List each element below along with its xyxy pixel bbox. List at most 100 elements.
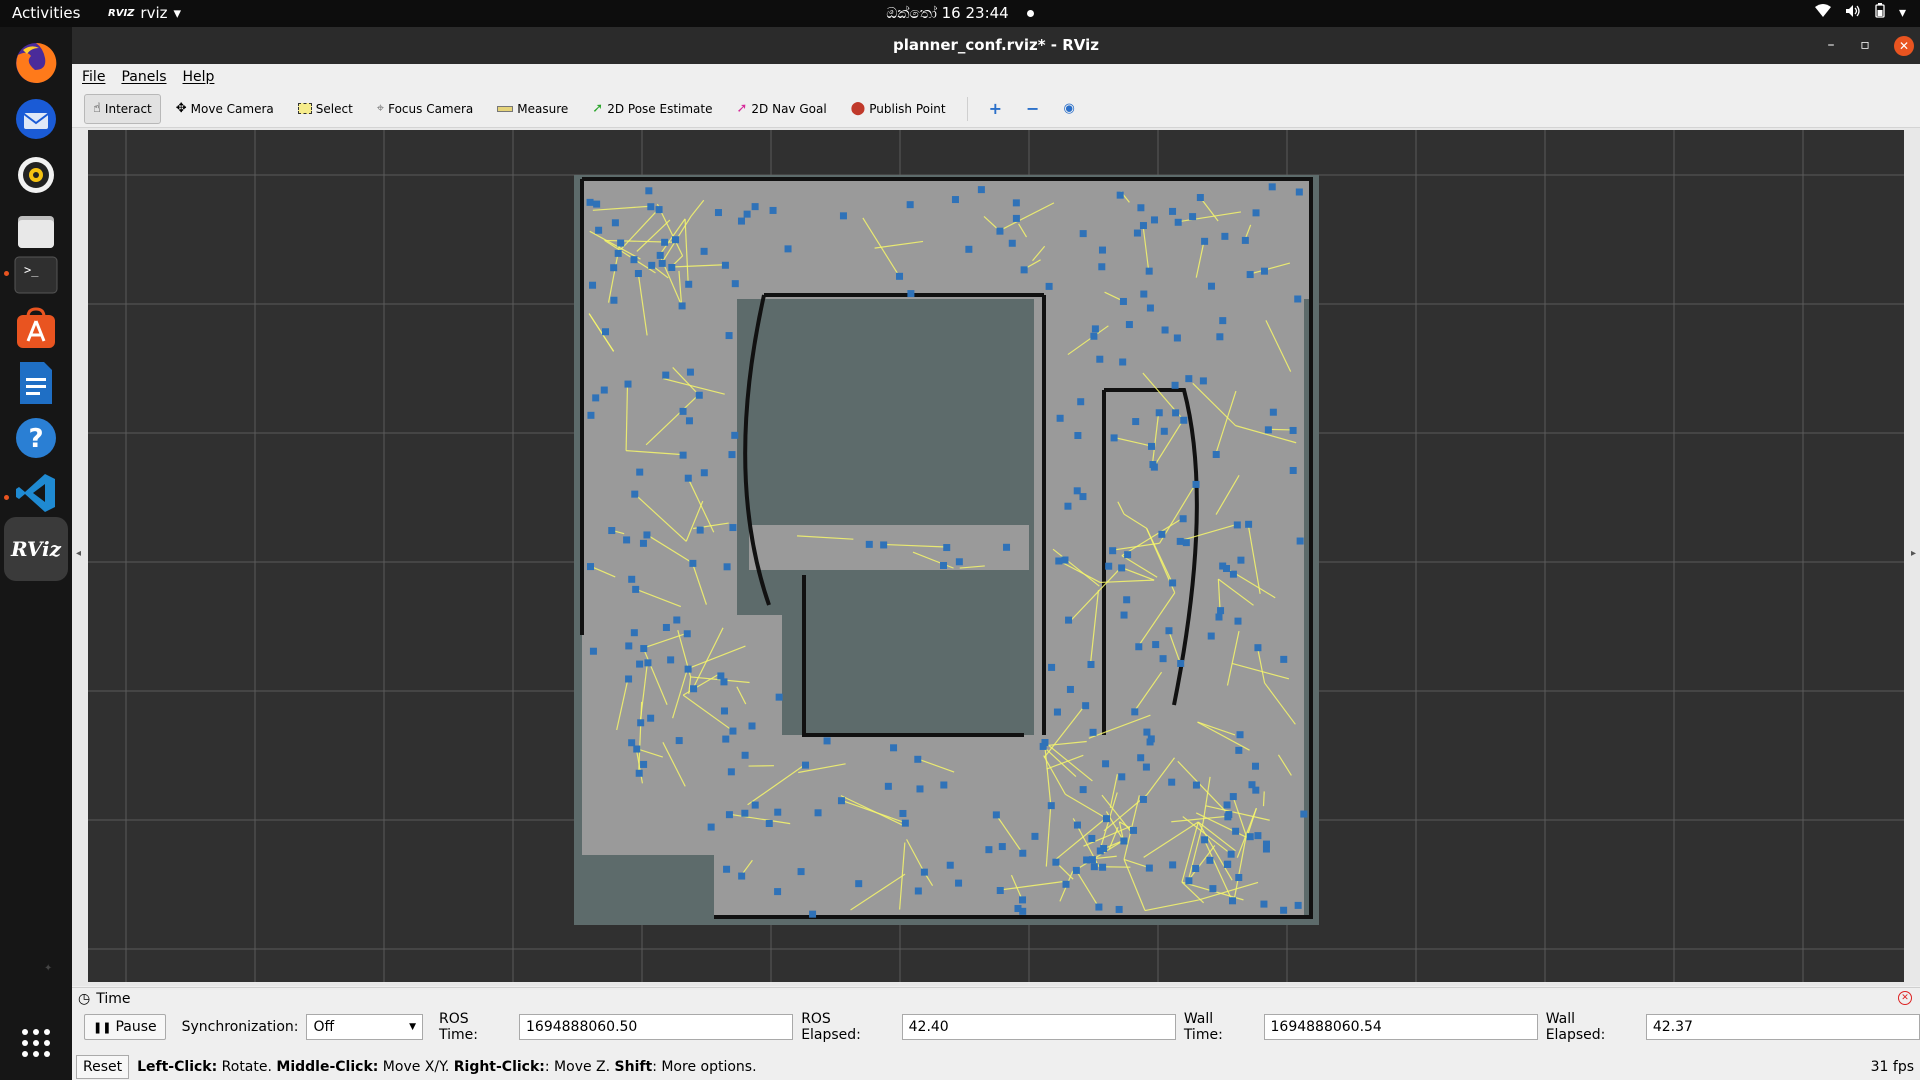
roadmap-node — [1118, 564, 1126, 572]
ros-elapsed-field[interactable]: 42.40 — [901, 1014, 1176, 1040]
minimize-icon[interactable]: – — [1814, 27, 1848, 64]
roadmap-node — [751, 801, 759, 809]
roadmap-node — [1074, 432, 1082, 440]
clock[interactable]: ඔක්‍තෝ 16 23:44 — [886, 4, 1008, 22]
roadmap-node — [1048, 663, 1056, 671]
rviz-launcher[interactable]: RViz — [4, 517, 68, 581]
roadmap-node — [587, 411, 595, 419]
roadmap-node — [1109, 547, 1117, 555]
roadmap-node — [774, 888, 782, 896]
tool-2d-pose-estimate[interactable]: ➚ 2D Pose Estimate — [583, 94, 721, 124]
tool-2d-pose-estimate-label: 2D Pose Estimate — [607, 101, 713, 116]
app-menu[interactable]: RVIZ rviz ▾ — [108, 4, 181, 22]
roadmap-node — [1119, 297, 1127, 305]
wall-elapsed-field[interactable]: 42.37 — [1645, 1014, 1920, 1040]
roadmap-node — [1143, 728, 1151, 736]
map-free-corridor — [582, 615, 782, 855]
roadmap-node — [1227, 850, 1235, 858]
tool-interact[interactable]: ☝ Interact — [84, 93, 161, 124]
roadmap-node — [797, 868, 805, 876]
add-tool-button[interactable]: + — [980, 94, 1011, 124]
roadmap-node — [720, 707, 728, 715]
ros-elapsed-label: ROS Elapsed: — [801, 1011, 861, 1043]
left-dock-collapse-icon[interactable]: ◂ — [76, 548, 81, 559]
roadmap-node — [899, 809, 907, 817]
roadmap-node — [586, 198, 594, 206]
roadmap-node — [640, 760, 648, 768]
roadmap-node — [608, 527, 616, 535]
menu-help[interactable]: Help — [183, 69, 215, 85]
software-center-launcher[interactable] — [10, 303, 62, 355]
tool-focus-camera[interactable]: ⌖ Focus Camera — [368, 94, 483, 124]
roadmap-node — [1254, 644, 1262, 652]
rviz-icon: RViz — [10, 537, 62, 561]
chevron-down-icon: ▼ — [409, 1022, 416, 1032]
hint-right: : Move Z. — [544, 1058, 615, 1075]
roadmap-node — [1096, 355, 1104, 363]
terminal-launcher[interactable]: >_ — [10, 249, 62, 301]
right-dock-collapse-icon[interactable]: ▸ — [1911, 548, 1916, 559]
tool-select[interactable]: Select — [289, 94, 362, 124]
roadmap-node — [1192, 480, 1200, 488]
show-apps-button[interactable] — [10, 1017, 62, 1069]
tool-visibility-button[interactable]: ◉ — [1054, 94, 1083, 124]
vscode-launcher[interactable] — [10, 467, 62, 519]
tool-move-camera[interactable]: ✥ Move Camera — [167, 94, 283, 124]
rhythmbox-launcher[interactable] — [10, 149, 62, 201]
roadmap-node — [656, 251, 664, 259]
hint-middle-key: Middle-Click: — [276, 1058, 379, 1075]
activities-button[interactable]: Activities — [12, 4, 80, 22]
tool-measure[interactable]: Measure — [488, 94, 577, 124]
roadmap-node — [1105, 562, 1113, 570]
roadmap-node — [647, 714, 655, 722]
time-panel-title: Time — [96, 991, 131, 1007]
app-menu-label: rviz — [140, 4, 168, 22]
roadmap-node — [589, 647, 597, 655]
writer-launcher[interactable] — [10, 357, 62, 409]
help-launcher[interactable]: ? — [10, 412, 62, 464]
sync-select[interactable]: Off ▼ — [306, 1014, 423, 1040]
system-tray[interactable]: ▾ — [1814, 3, 1906, 22]
firefox-launcher[interactable] — [10, 37, 62, 89]
roadmap-node — [1079, 230, 1087, 238]
roadmap-node — [685, 417, 693, 425]
roadmap-node — [955, 879, 963, 887]
wall-time-field[interactable]: 1694888060.54 — [1263, 1014, 1538, 1040]
battery-icon — [1875, 3, 1885, 22]
roadmap-node — [683, 630, 691, 638]
ros-time-field[interactable]: 1694888060.50 — [519, 1014, 794, 1040]
pause-button[interactable]: ❚❚ Pause — [84, 1014, 166, 1040]
roadmap-node — [1192, 865, 1200, 873]
tool-2d-nav-goal[interactable]: ➚ 2D Nav Goal — [728, 94, 836, 124]
roadmap-node — [1199, 377, 1207, 385]
roadmap-node — [592, 394, 600, 402]
maximize-icon[interactable]: ▫ — [1848, 27, 1882, 64]
ros-time-value: 1694888060.50 — [526, 1019, 638, 1035]
window-titlebar[interactable]: planner_conf.rviz* - RViz – ▫ ✕ — [72, 27, 1920, 64]
close-panel-icon[interactable]: ✕ — [1898, 991, 1912, 1005]
menu-file[interactable]: File — [82, 69, 105, 85]
roadmap-node — [985, 846, 993, 854]
menu-panels[interactable]: Panels — [121, 69, 166, 85]
3d-render-view[interactable] — [88, 130, 1904, 982]
tool-publish-point[interactable]: ⬤ Publish Point — [842, 94, 955, 124]
roadmap-node — [1219, 317, 1227, 325]
roadmap-node — [1174, 218, 1182, 226]
roadmap-node — [633, 745, 641, 753]
roadmap-node — [1196, 194, 1204, 202]
roadmap-node — [1019, 907, 1027, 915]
roadmap-node — [1045, 282, 1053, 290]
roadmap-node — [667, 656, 675, 664]
roadmap-node — [890, 744, 898, 752]
roadmap-node — [884, 782, 892, 790]
thunderbird-launcher[interactable] — [10, 93, 62, 145]
roadmap-node — [684, 474, 692, 482]
roadmap-node — [1008, 239, 1016, 247]
roadmap-node — [1072, 866, 1080, 874]
roadmap-node — [1179, 515, 1187, 523]
reset-button[interactable]: Reset — [76, 1054, 130, 1079]
roadmap-node — [1120, 837, 1128, 845]
close-icon[interactable]: ✕ — [1894, 36, 1914, 56]
roadmap-node — [610, 296, 618, 304]
remove-tool-button[interactable]: − — [1017, 94, 1048, 124]
